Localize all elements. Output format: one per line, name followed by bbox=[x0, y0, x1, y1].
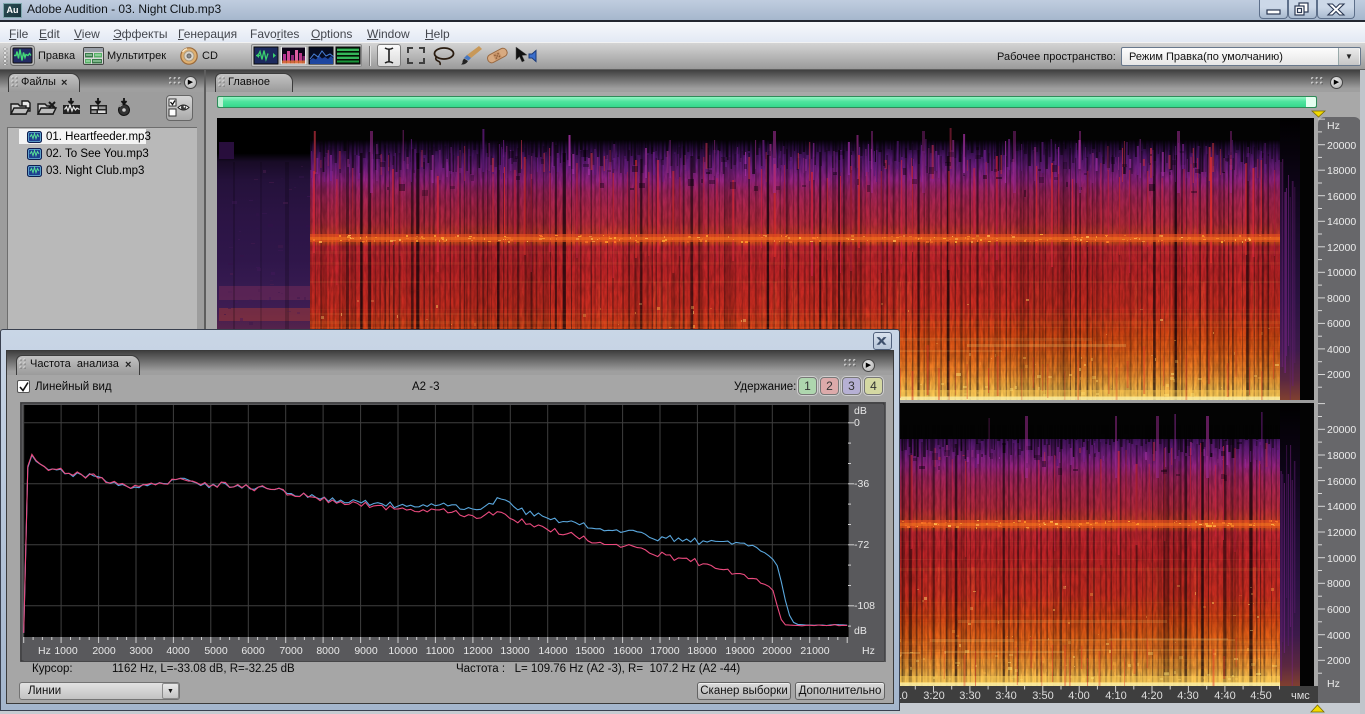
svg-text:21000: 21000 bbox=[800, 645, 829, 657]
svg-text:Hz: Hz bbox=[38, 645, 51, 657]
svg-text:20000: 20000 bbox=[762, 645, 791, 657]
svg-text:dB: dB bbox=[854, 625, 867, 637]
svg-text:3000: 3000 bbox=[129, 645, 153, 657]
svg-text:17000: 17000 bbox=[650, 645, 679, 657]
svg-text:1000: 1000 bbox=[54, 645, 78, 657]
svg-text:16000: 16000 bbox=[613, 645, 642, 657]
svg-text:12000: 12000 bbox=[463, 645, 492, 657]
svg-text:15000: 15000 bbox=[575, 645, 604, 657]
svg-text:11000: 11000 bbox=[426, 645, 455, 657]
svg-text:4000: 4000 bbox=[166, 645, 190, 657]
svg-text:13000: 13000 bbox=[500, 645, 529, 657]
svg-text:Hz: Hz bbox=[862, 645, 875, 657]
svg-text:14000: 14000 bbox=[538, 645, 567, 657]
svg-text:dB: dB bbox=[854, 405, 867, 417]
svg-text:18000: 18000 bbox=[687, 645, 716, 657]
svg-text:2000: 2000 bbox=[92, 645, 116, 657]
svg-text:7000: 7000 bbox=[279, 645, 303, 657]
svg-text:-108: -108 bbox=[854, 600, 875, 612]
svg-text:0: 0 bbox=[854, 417, 860, 429]
svg-text:10000: 10000 bbox=[388, 645, 417, 657]
svg-text:-72: -72 bbox=[854, 539, 869, 551]
svg-text:5000: 5000 bbox=[204, 645, 228, 657]
svg-text:19000: 19000 bbox=[725, 645, 754, 657]
svg-text:8000: 8000 bbox=[316, 645, 340, 657]
svg-text:-36: -36 bbox=[854, 478, 869, 490]
svg-text:6000: 6000 bbox=[241, 645, 265, 657]
svg-text:9000: 9000 bbox=[354, 645, 378, 657]
